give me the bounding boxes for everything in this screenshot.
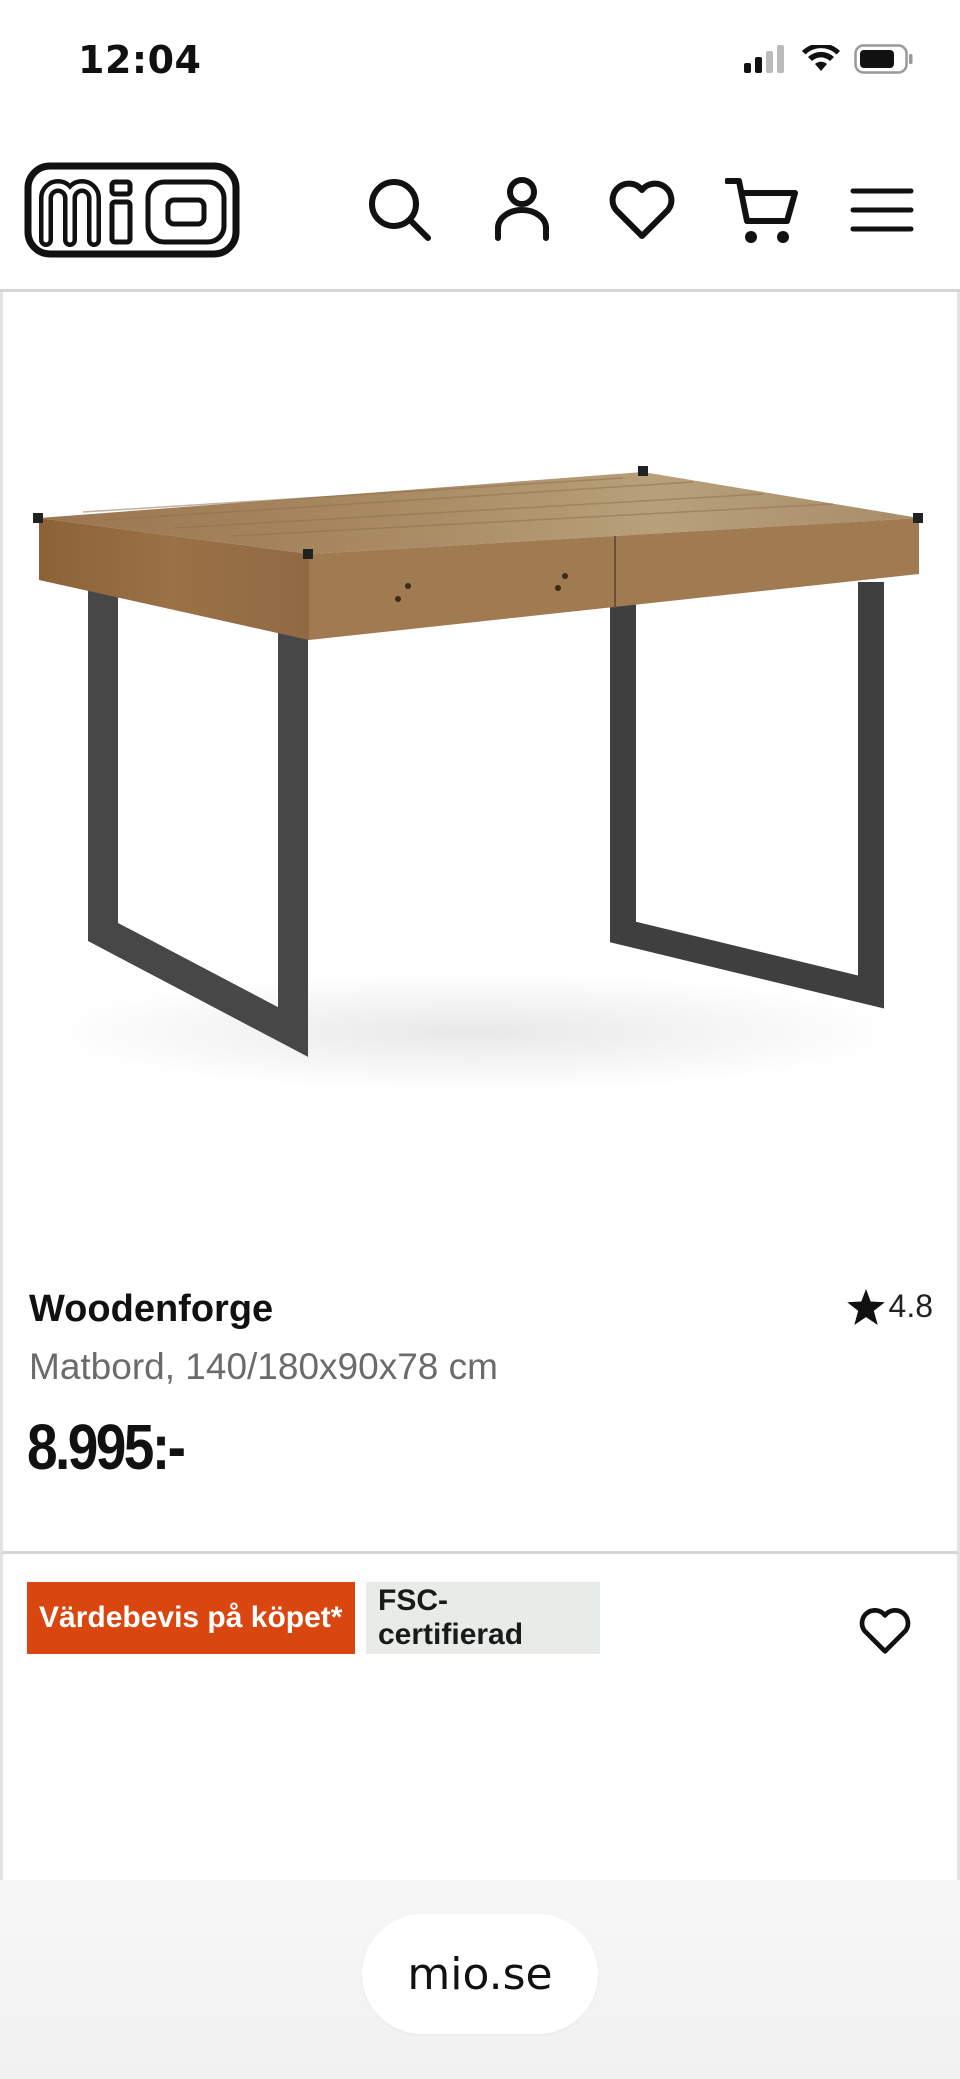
next-product-card[interactable]: Värdebevis på köpet* FSC-certifierad [0, 1554, 960, 1880]
site-header [0, 120, 960, 292]
status-icons [744, 44, 914, 74]
status-time: 12:04 [78, 38, 202, 82]
address-bar[interactable]: mio.se [362, 1914, 598, 2034]
product-description: Matbord, 140/180x90x78 cm [29, 1346, 498, 1387]
rating-value: 4.8 [888, 1288, 933, 1324]
product-price: 8.995:- [27, 1411, 186, 1483]
status-bar: 12:04 [0, 0, 960, 120]
cellular-signal-icon [744, 45, 784, 73]
product-card[interactable]: Woodenforge 4.8 Matbord, 140/180x90x78 c… [0, 292, 960, 1554]
product-name[interactable]: Woodenforge [29, 1288, 273, 1331]
search-button[interactable] [360, 170, 440, 250]
wifi-icon [802, 45, 840, 71]
menu-icon [850, 188, 914, 232]
mio-logo[interactable] [24, 162, 240, 258]
promo-badge: Värdebevis på köpet* [27, 1582, 355, 1654]
cart-button[interactable] [722, 170, 802, 250]
wishlist-heart-icon [609, 180, 675, 239]
wishlist-button[interactable] [602, 170, 682, 250]
star-icon [846, 1288, 885, 1325]
cart-icon [725, 178, 798, 243]
account-icon [495, 177, 549, 241]
product-rating: 4.8 [846, 1288, 933, 1325]
menu-button[interactable] [842, 170, 922, 250]
fsc-badge: FSC-certifierad [366, 1582, 600, 1654]
browser-toolbar: mio.se [0, 1880, 960, 2079]
battery-icon [854, 44, 913, 74]
heart-icon [859, 1608, 911, 1654]
account-button[interactable] [482, 170, 562, 250]
add-to-wishlist-button[interactable] [857, 1606, 913, 1662]
product-image[interactable] [3, 292, 957, 1247]
search-icon [369, 179, 431, 241]
